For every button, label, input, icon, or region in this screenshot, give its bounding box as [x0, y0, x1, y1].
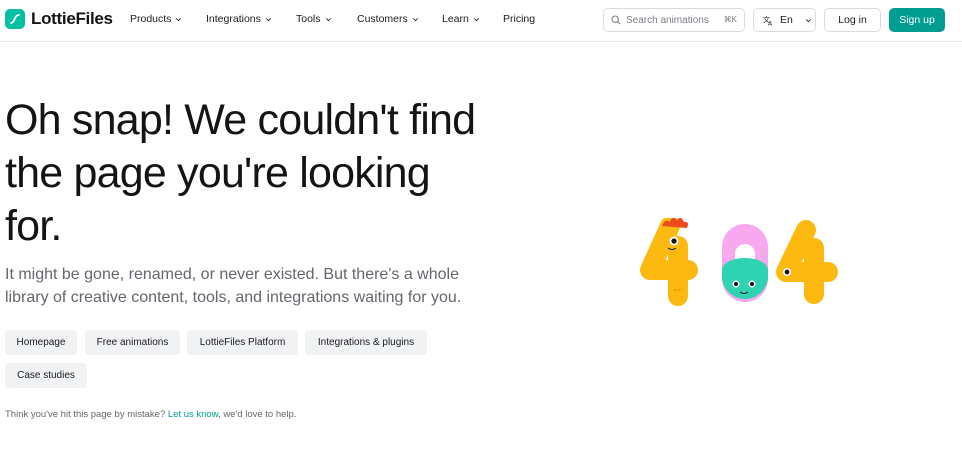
nav-customers[interactable]: Customers — [357, 13, 419, 25]
page-title-line: for. — [5, 202, 62, 250]
lottiefiles-logo-icon — [5, 9, 25, 29]
chevron-down-icon — [176, 17, 182, 21]
page-subtitle: It might be gone, renamed, or never exis… — [5, 263, 505, 309]
language-label: En — [780, 14, 793, 26]
free-animations-link[interactable]: Free animations — [85, 330, 180, 355]
search-icon — [611, 15, 621, 25]
logo[interactable]: LottieFiles — [5, 9, 113, 29]
chevron-down-icon — [473, 17, 479, 21]
integrations-plugins-link[interactable]: Integrations & plugins — [305, 330, 427, 355]
nav-integrations-label: Integrations — [206, 13, 261, 25]
let-us-know-link[interactable]: Let us know — [168, 409, 218, 420]
help-footnote: Think you've hit this page by mistake? L… — [5, 409, 296, 420]
search-shortcut: ⌘K — [723, 15, 737, 24]
search-input[interactable]: Search animations ⌘K — [603, 8, 745, 32]
nav-pricing-label: Pricing — [503, 13, 536, 25]
lottiefiles-platform-link[interactable]: LottieFiles Platform — [187, 330, 298, 355]
translate-icon: 文A — [763, 15, 773, 26]
svg-text:A: A — [768, 20, 773, 26]
signup-button[interactable]: Sign up — [889, 8, 945, 32]
logo-text: LottieFiles — [31, 9, 113, 28]
chevron-down-icon — [265, 17, 271, 21]
zero-character — [722, 224, 768, 302]
homepage-link[interactable]: Homepage — [5, 330, 77, 355]
nav-tools-label: Tools — [296, 13, 321, 25]
404-illustration — [640, 218, 838, 306]
chevron-down-icon — [412, 17, 418, 21]
search-placeholder: Search animations — [626, 14, 709, 26]
footnote-text: Think you've hit this page by mistake? — [5, 409, 168, 420]
chevron-down-icon — [805, 18, 811, 22]
page-title: Oh snap! We couldn't find the page you'r… — [5, 94, 525, 253]
language-selector[interactable]: 文A En — [753, 8, 816, 32]
four-character-right — [776, 220, 838, 304]
nav-pricing[interactable]: Pricing — [503, 13, 535, 25]
page-title-line: the page you're looking — [5, 149, 431, 197]
nav-customers-label: Customers — [357, 13, 408, 25]
case-studies-link[interactable]: Case studies — [5, 363, 87, 388]
top-nav: LottieFiles Products Integrations Tools … — [0, 0, 962, 42]
nav-learn-label: Learn — [442, 13, 469, 25]
nav-learn[interactable]: Learn — [442, 13, 480, 25]
nav-integrations[interactable]: Integrations — [206, 13, 272, 25]
subtitle-line: It might be gone, renamed, or never exis… — [5, 266, 459, 283]
footnote-text-end: , we'd love to help. — [218, 409, 297, 420]
login-button[interactable]: Log in — [824, 8, 881, 32]
chevron-down-icon — [325, 17, 331, 21]
subtitle-line: library of creative content, tools, and … — [5, 289, 462, 306]
four-character-left — [640, 218, 698, 306]
page-title-line: Oh snap! We couldn't find — [5, 96, 476, 144]
nav-products-label: Products — [130, 13, 172, 25]
nav-products[interactable]: Products — [130, 13, 182, 25]
nav-tools[interactable]: Tools — [296, 13, 332, 25]
